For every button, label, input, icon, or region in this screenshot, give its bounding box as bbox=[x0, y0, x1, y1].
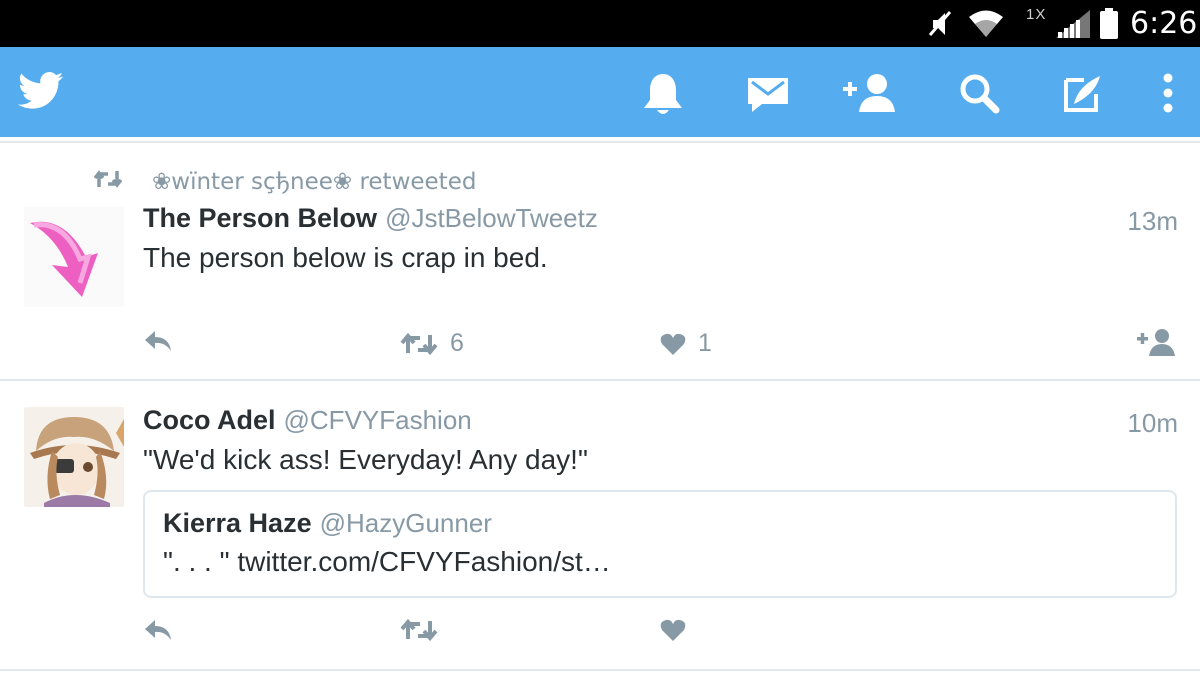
retweet-context: ❀wïnter sçђnee❀ retweeted bbox=[93, 167, 477, 196]
reply-icon bbox=[145, 620, 171, 640]
reply-button[interactable] bbox=[143, 329, 173, 353]
app-bar bbox=[0, 47, 1200, 137]
retweet-count: 6 bbox=[450, 329, 464, 357]
messages-envelope-icon[interactable] bbox=[746, 72, 790, 119]
heart-icon bbox=[660, 619, 686, 641]
tweet-text: The person below is crap in bed. bbox=[143, 242, 548, 273]
tweet-item[interactable]: Coco Adel @CFVYFashion 10m "We'd kick as… bbox=[0, 381, 1200, 669]
mute-icon bbox=[928, 9, 954, 44]
retweet-button[interactable] bbox=[400, 618, 438, 642]
tweet-author-name[interactable]: The Person Below bbox=[143, 203, 377, 234]
compose-tweet-icon[interactable] bbox=[1062, 72, 1104, 119]
tweet-author-handle[interactable]: @JstBelowTweetz bbox=[385, 203, 598, 234]
quoted-author-name: Kierra Haze bbox=[163, 508, 312, 538]
avatar[interactable] bbox=[24, 407, 124, 507]
retweet-icon bbox=[400, 618, 438, 642]
add-user-icon bbox=[1137, 329, 1175, 356]
reply-button[interactable] bbox=[143, 618, 173, 642]
retweet-icon bbox=[400, 332, 438, 355]
twitter-bird-icon[interactable] bbox=[18, 71, 64, 116]
reply-icon bbox=[145, 331, 171, 351]
like-button[interactable] bbox=[660, 618, 686, 642]
search-icon[interactable] bbox=[958, 72, 1000, 119]
tweet-text: "We'd kick ass! Everyday! Any day!" bbox=[143, 444, 588, 475]
more-vertical-icon[interactable] bbox=[1156, 72, 1180, 119]
quoted-tweet-text: ". . . " twitter.com/CFVYFashion/st… bbox=[163, 546, 611, 577]
quoted-author-handle: @HazyGunner bbox=[319, 508, 492, 538]
heart-icon bbox=[660, 333, 686, 355]
status-bar: 1X 6:26 bbox=[0, 0, 1200, 47]
add-user-icon[interactable] bbox=[841, 72, 899, 119]
like-button[interactable]: 1 bbox=[660, 329, 712, 358]
quoted-tweet-card[interactable]: Kierra Haze @HazyGunner ". . . " twitter… bbox=[143, 490, 1177, 598]
follow-button[interactable] bbox=[1136, 327, 1178, 357]
divider bbox=[0, 669, 1200, 671]
tweet-actions: 6 1 bbox=[0, 323, 1200, 363]
battery-icon bbox=[1098, 8, 1120, 45]
retweet-button[interactable]: 6 bbox=[400, 329, 464, 358]
signal-strength-icon bbox=[1052, 10, 1092, 43]
tweet-author-name[interactable]: Coco Adel bbox=[143, 405, 276, 436]
tweet-timestamp: 13m bbox=[1127, 206, 1178, 236]
clock-time: 6:26 bbox=[1130, 6, 1198, 41]
like-count: 1 bbox=[698, 329, 712, 357]
tweet-author-handle[interactable]: @CFVYFashion bbox=[284, 405, 472, 436]
tweet-item[interactable]: ❀wïnter sçђnee❀ retweeted The Person Bel… bbox=[0, 143, 1200, 379]
network-type-label: 1X bbox=[1026, 6, 1047, 23]
retweeted-label: retweeted bbox=[359, 168, 477, 195]
tweet-timestamp: 10m bbox=[1127, 408, 1178, 438]
tweet-actions bbox=[0, 612, 1200, 652]
wifi-icon bbox=[968, 8, 1004, 43]
retweet-small-icon bbox=[93, 167, 123, 196]
retweeter-name[interactable]: ❀wïnter sçђnee❀ bbox=[152, 169, 352, 195]
notifications-bell-icon[interactable] bbox=[643, 72, 683, 121]
avatar[interactable] bbox=[24, 207, 124, 307]
